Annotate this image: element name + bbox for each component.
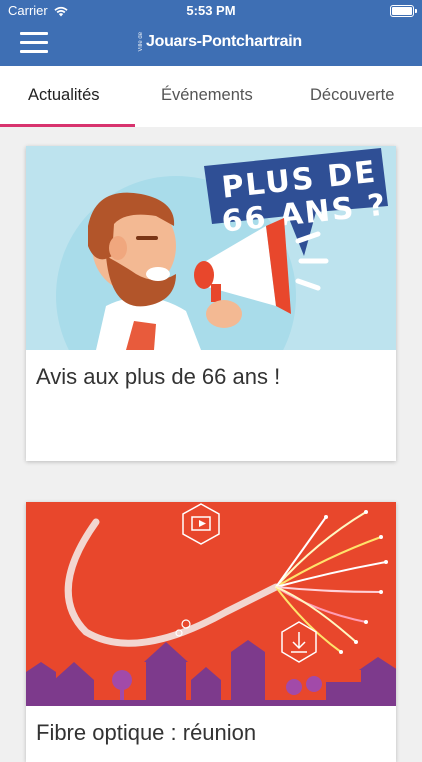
article-title: Avis aux plus de 66 ans ! <box>36 364 281 389</box>
tab-bar: Actualités Événements Découverte <box>0 66 422 127</box>
article-card[interactable]: PLUS DE 66 ANS ? Avis aux plus de 66 ans… <box>26 146 396 461</box>
news-feed[interactable]: PLUS DE 66 ANS ? Avis aux plus de 66 ans… <box>0 127 422 762</box>
tab-actualites[interactable]: Actualités <box>28 86 100 105</box>
article-title: Fibre optique : réunion <box>36 720 257 745</box>
battery-icon <box>390 5 417 17</box>
logo-prefix: Ville de <box>138 32 144 52</box>
status-bar: Carrier 5:53 PM <box>0 0 422 22</box>
hamburger-menu-button[interactable] <box>20 32 48 54</box>
article-card[interactable]: Fibre optique : réunion <box>26 502 396 762</box>
app-logo: Ville de Jouars-Pontchartrain <box>138 32 308 52</box>
app-header: Ville de Jouars-Pontchartrain <box>0 22 422 66</box>
tab-evenements[interactable]: Événements <box>161 86 253 105</box>
article-image <box>26 502 396 706</box>
logo-name: Jouars-Pontchartrain <box>146 32 302 50</box>
tab-decouverte[interactable]: Découverte <box>310 86 394 105</box>
clock: 5:53 PM <box>186 3 236 18</box>
article-image: PLUS DE 66 ANS ? <box>26 146 396 350</box>
